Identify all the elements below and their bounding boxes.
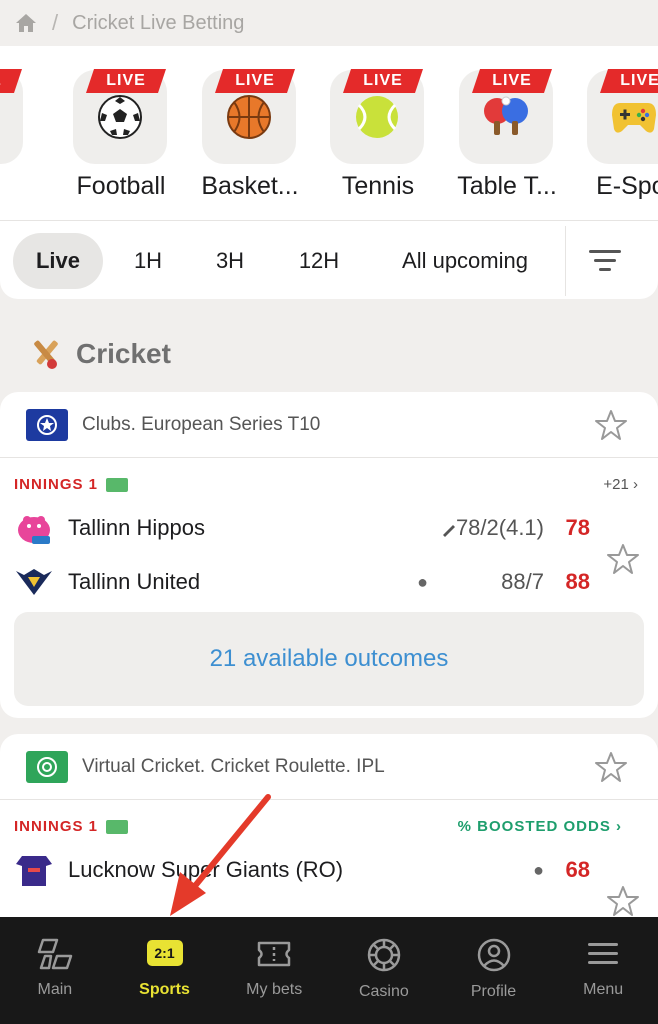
live-badge: LIVE xyxy=(600,69,658,93)
home-icon[interactable] xyxy=(14,12,38,34)
casino-chip-icon xyxy=(367,938,401,972)
breadcrumb-separator: / xyxy=(52,10,59,35)
team-detail: 78/2(4.1) xyxy=(455,515,544,540)
percent-icon: % xyxy=(457,818,478,835)
sports-header-card: LIVE ays LIVE Football xyxy=(0,46,658,299)
live-badge: LIVE xyxy=(472,69,552,93)
team-row[interactable]: Lucknow Super Giants (RO) ● 68 xyxy=(14,850,634,890)
nav-label: Casino xyxy=(358,983,409,1000)
filter-icon[interactable] xyxy=(585,246,625,276)
gamepad-icon xyxy=(612,103,656,133)
nav-label: Sports xyxy=(139,981,190,998)
nav-label: Profile xyxy=(470,983,517,1000)
sport-item-table-tennis[interactable]: LIVE Table T... xyxy=(442,62,572,222)
sport-item-partial[interactable]: LIVE ays xyxy=(0,62,42,222)
innings-status: INNINGS 1 xyxy=(14,818,129,835)
divider xyxy=(0,220,658,221)
outcomes-button[interactable]: 21 available outcomes xyxy=(14,612,644,706)
filter-divider xyxy=(565,226,566,296)
league-header[interactable]: Clubs. European Series T10 xyxy=(0,392,658,458)
hippo-logo-icon xyxy=(14,508,54,548)
team-name: Lucknow Super Giants (RO) xyxy=(68,857,344,882)
sport-label: ays xyxy=(0,172,52,201)
team-score: 78 xyxy=(565,515,590,540)
cricket-icon xyxy=(34,340,58,369)
nav-label: My bets xyxy=(246,981,303,998)
champions-league-icon xyxy=(26,408,68,441)
live-badge: LIVE xyxy=(343,69,423,93)
section-title: Cricket xyxy=(76,338,171,369)
favorite-star-icon[interactable] xyxy=(594,750,628,784)
soccer-ball-icon xyxy=(98,95,142,139)
innings-label: INNINGS 1 xyxy=(14,818,99,835)
nav-main[interactable]: Main xyxy=(0,917,110,1024)
ping-pong-icon xyxy=(484,96,528,135)
virtual-cricket-icon xyxy=(26,750,68,783)
sport-item-football[interactable]: LIVE Football xyxy=(56,62,186,222)
sports-carousel[interactable]: LIVE ays LIVE Football xyxy=(0,62,658,222)
team-name: Tallinn United xyxy=(68,569,201,594)
hamburger-menu-icon xyxy=(588,943,619,964)
favorite-star-icon[interactable] xyxy=(606,542,640,576)
nav-sports[interactable]: 2:1 Sports xyxy=(110,917,220,1024)
league-name: Clubs. European Series T10 xyxy=(82,413,321,435)
event-card: Virtual Cricket. Cricket Roulette. IPL I… xyxy=(0,734,658,934)
live-badge: LIVE xyxy=(215,69,295,93)
partial-sport-icon xyxy=(0,92,1,142)
filter-live[interactable]: Live xyxy=(13,232,103,289)
nav-my-bets[interactable]: My bets xyxy=(219,917,329,1024)
team-score: 68 xyxy=(565,857,590,882)
breadcrumb-current: Cricket Live Betting xyxy=(72,11,245,34)
sports-badge-icon: 2:1 xyxy=(146,940,183,966)
favorite-star-icon[interactable] xyxy=(594,408,628,442)
nav-menu[interactable]: Menu xyxy=(548,917,658,1024)
league-header[interactable]: Virtual Cricket. Cricket Roulette. IPL xyxy=(0,734,658,800)
lucknow-logo-icon xyxy=(14,850,54,890)
status-dot-icon: ● xyxy=(417,572,428,592)
nav-label: Main xyxy=(37,981,73,998)
league-name: Virtual Cricket. Cricket Roulette. IPL xyxy=(82,755,385,777)
filter-12h[interactable]: 12H xyxy=(283,233,355,289)
status-dot-icon: ● xyxy=(533,860,544,880)
pitch-icon xyxy=(106,477,129,492)
bottom-nav: Main 2:1 Sports My bets Casino Profile M… xyxy=(0,917,658,1024)
tallinn-united-logo-icon xyxy=(14,562,54,602)
time-filters: Live 1H 3H 12H All upcoming xyxy=(0,222,658,299)
innings-label: INNINGS 1 xyxy=(14,476,99,493)
nav-profile[interactable]: Profile xyxy=(439,917,549,1024)
boosted-odds-link[interactable]: % BOOSTED ODDS › xyxy=(458,818,622,835)
boosted-odds-label: BOOSTED ODDS › xyxy=(477,818,622,835)
filter-1h[interactable]: 1H xyxy=(118,233,178,289)
breadcrumb: / Cricket Live Betting xyxy=(0,0,658,46)
main-icon xyxy=(37,938,73,970)
live-badge: LIVE xyxy=(86,69,166,93)
tennis-ball-icon xyxy=(356,96,398,138)
team-detail: 88/7 xyxy=(501,569,544,594)
sport-label: E-Spor xyxy=(596,172,658,200)
nav-casino[interactable]: Casino xyxy=(329,917,439,1024)
filter-all-upcoming[interactable]: All upcoming xyxy=(380,233,550,289)
section-header: Cricket xyxy=(28,336,171,372)
nav-label: Menu xyxy=(583,981,624,998)
favorite-star-icon[interactable] xyxy=(606,884,640,918)
sport-label: Football xyxy=(76,172,166,200)
sport-label: Tennis xyxy=(341,172,415,200)
filter-3h[interactable]: 3H xyxy=(198,233,262,289)
sport-item-tennis[interactable]: LIVE Tennis xyxy=(313,62,443,222)
innings-status: INNINGS 1 xyxy=(14,476,129,493)
team-score: 88 xyxy=(565,569,590,594)
ticket-icon xyxy=(257,941,291,967)
pitch-icon xyxy=(106,819,129,834)
profile-icon xyxy=(477,938,510,972)
sport-item-esports[interactable]: LIVE E-Spor xyxy=(570,62,658,222)
sport-item-basketball[interactable]: LIVE Basket... xyxy=(185,62,315,222)
event-card: Clubs. European Series T10 INNINGS 1 +21… xyxy=(0,392,658,718)
more-markets-link[interactable]: +21 › xyxy=(603,476,638,493)
team-name: Tallinn Hippos xyxy=(68,515,205,540)
team-row[interactable]: Tallinn Hippos 78/2(4.1) 78 xyxy=(14,508,634,548)
basketball-icon xyxy=(227,95,271,139)
team-row[interactable]: Tallinn United ● 88/7 88 xyxy=(14,562,634,602)
